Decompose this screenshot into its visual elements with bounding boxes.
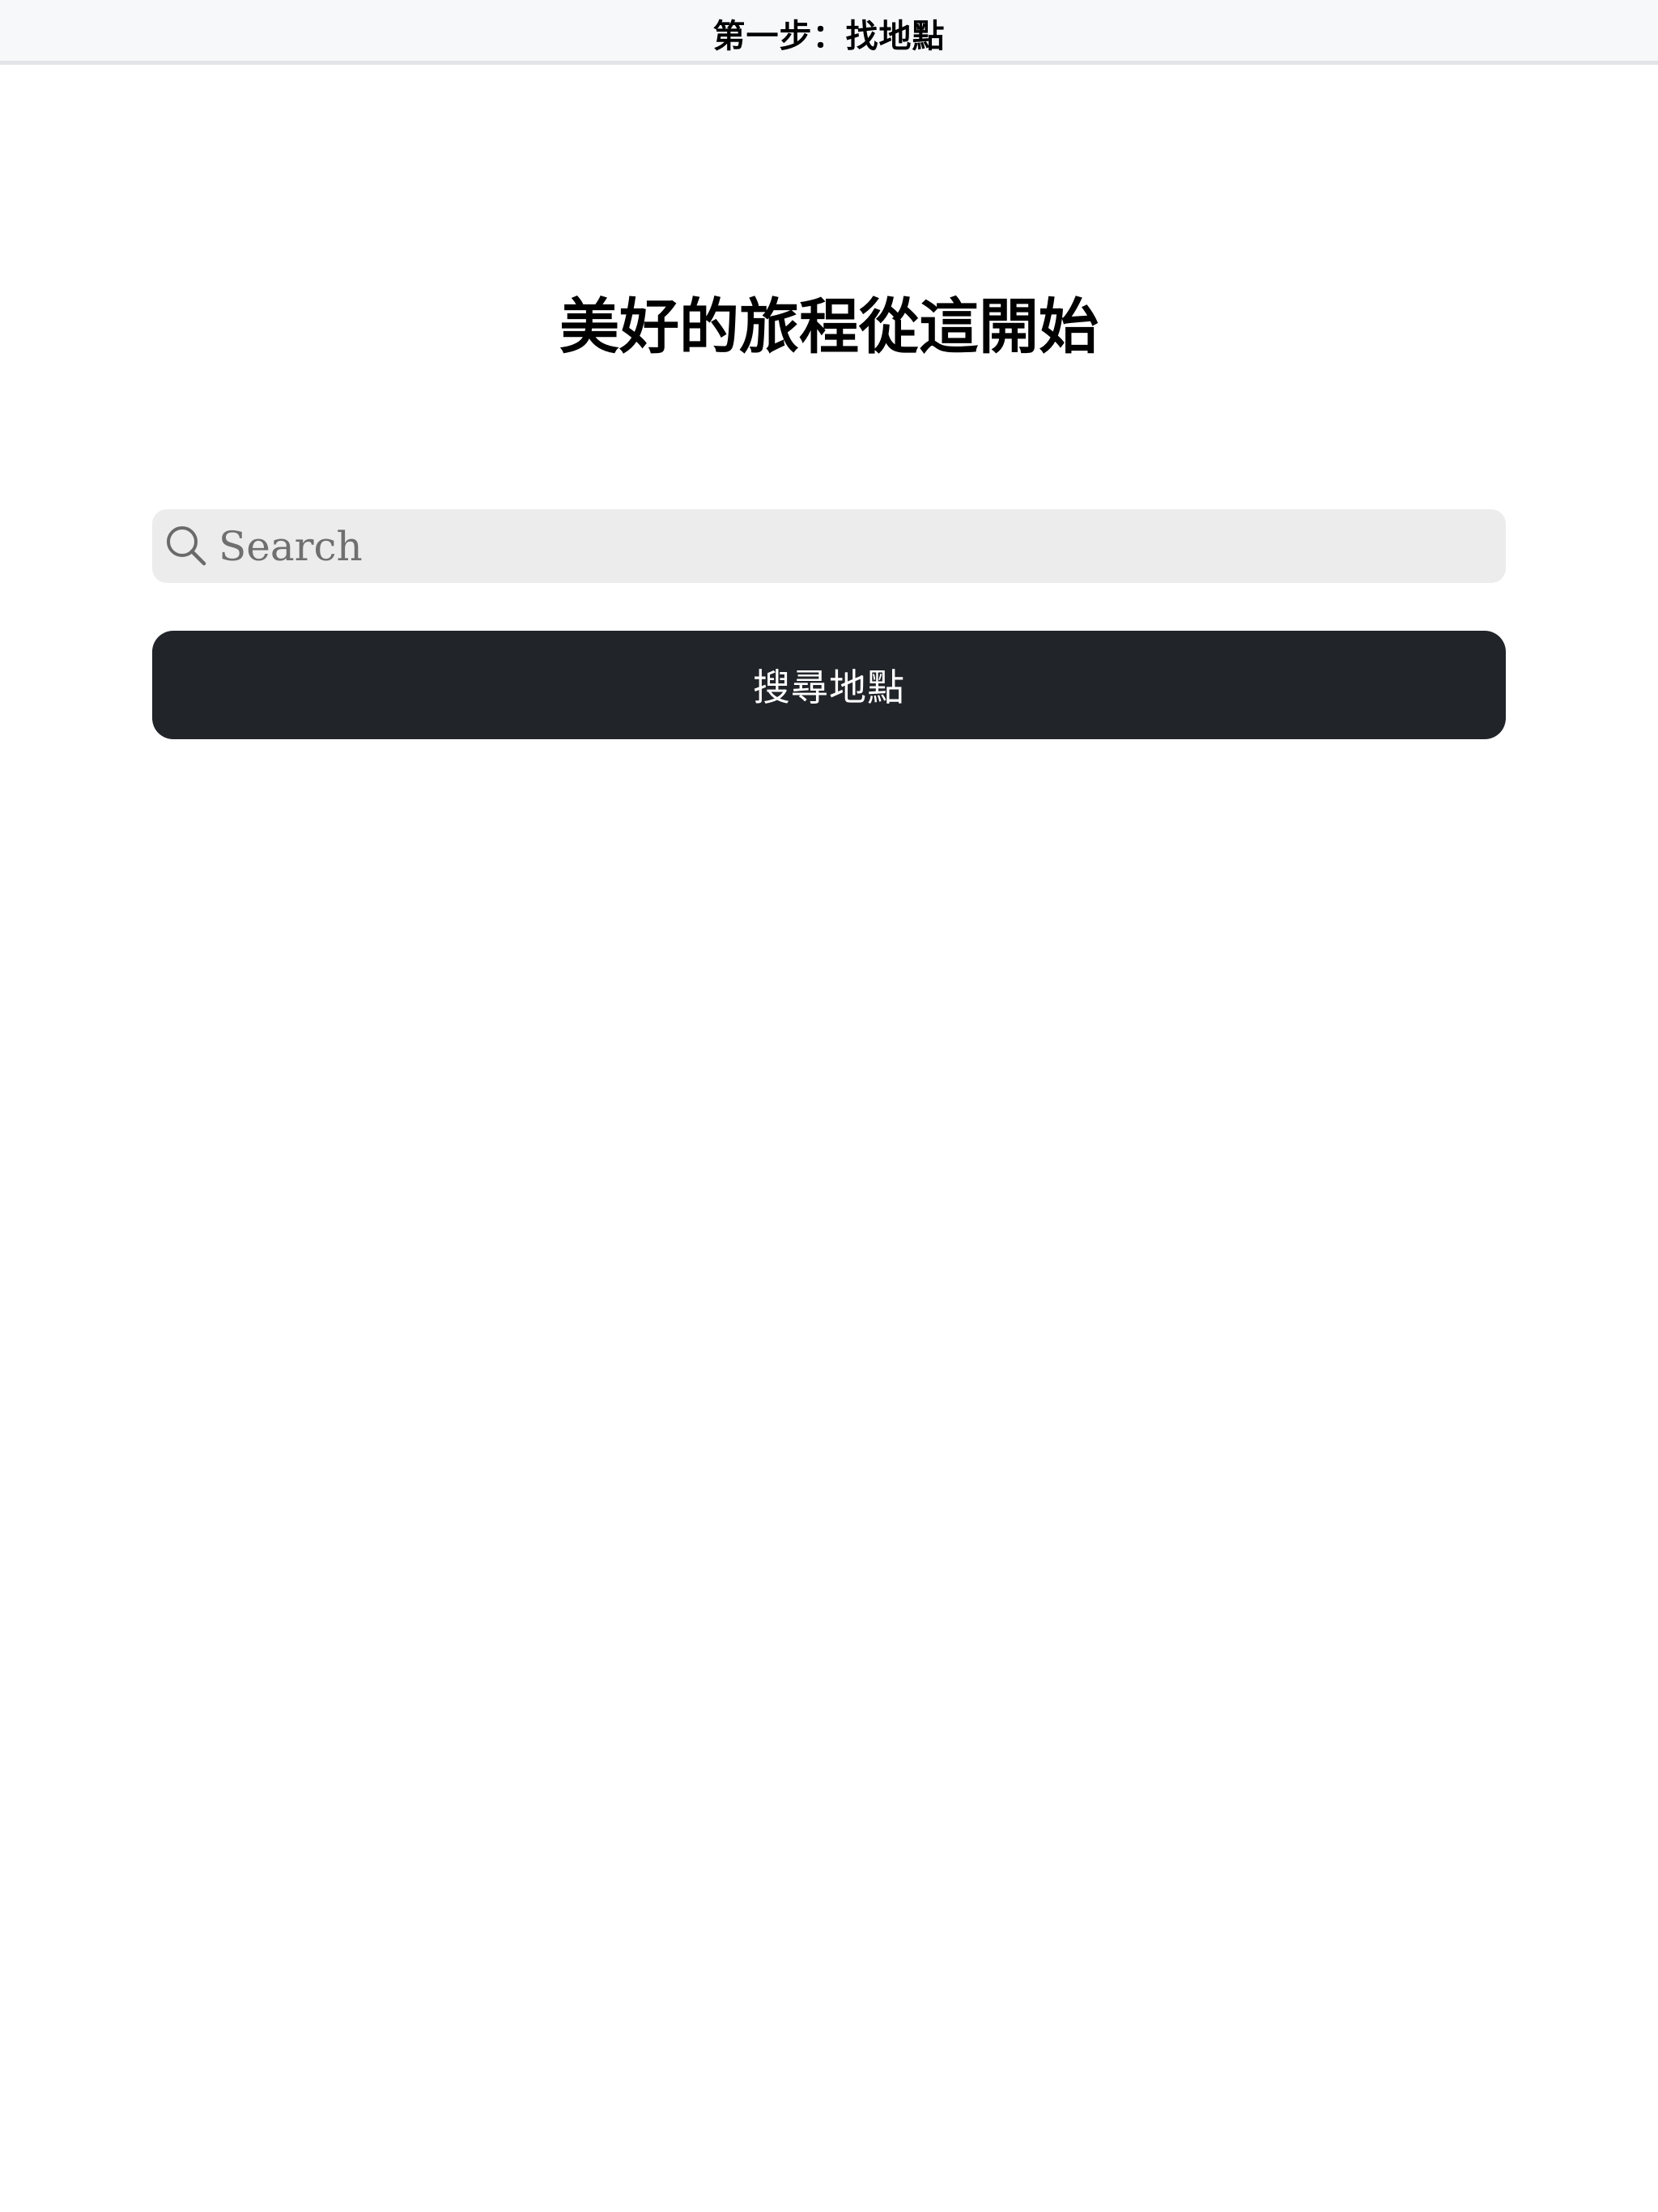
navigation-bar: 第一步：找地點	[0, 0, 1658, 65]
search-button-label: 搜尋地點	[753, 666, 905, 709]
search-icon	[167, 526, 206, 566]
search-places-button[interactable]: 搜尋地點	[152, 631, 1506, 739]
page-heading: 美好的旅程從這開始	[559, 291, 1099, 362]
search-bar[interactable]	[152, 509, 1506, 583]
search-input[interactable]	[219, 509, 1490, 583]
nav-title: 第一步：找地點	[712, 16, 946, 55]
